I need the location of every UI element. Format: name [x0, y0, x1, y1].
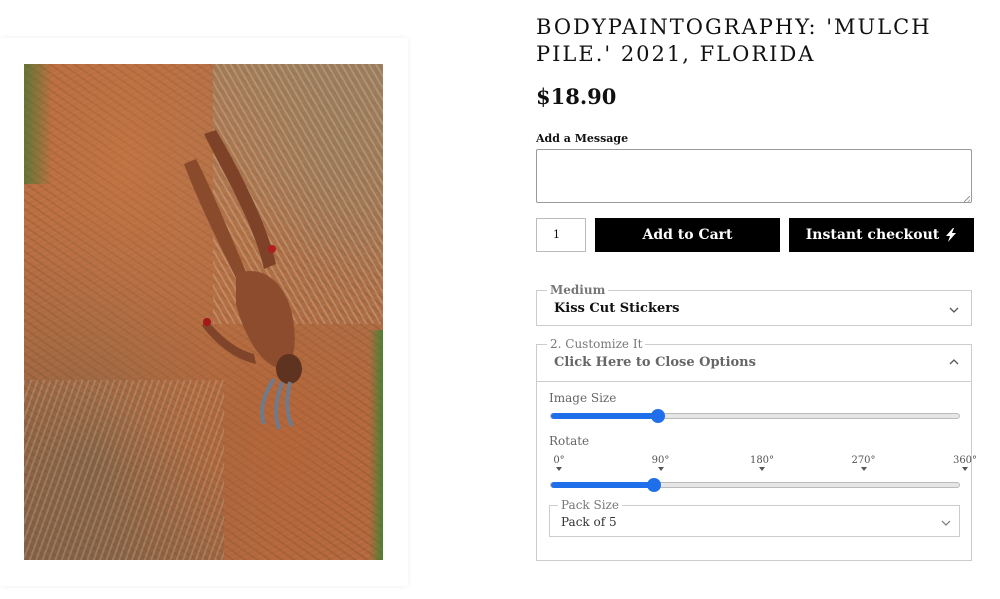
- rotate-tick-label: 360°: [945, 455, 985, 471]
- product-price: $18.90: [536, 84, 617, 109]
- message-label: Add a Message: [536, 132, 629, 145]
- quantity-input[interactable]: 1: [536, 218, 586, 252]
- message-textarea[interactable]: [536, 149, 972, 203]
- image-size-slider[interactable]: [550, 409, 960, 423]
- rotate-slider-fill: [551, 482, 654, 488]
- medium-legend: Medium: [547, 283, 609, 297]
- medium-select[interactable]: Medium Kiss Cut Stickers: [536, 283, 972, 326]
- product-photo[interactable]: [24, 64, 383, 560]
- rotate-tick-label: 270°: [844, 455, 884, 471]
- chevron-up-icon: [949, 359, 959, 365]
- pack-size-select[interactable]: Pack Size Pack of 5: [549, 498, 960, 537]
- photo-painted-figure: [184, 130, 302, 430]
- add-to-cart-button[interactable]: Add to Cart: [595, 218, 780, 252]
- customize-legend: 2. Customize It: [547, 337, 646, 351]
- pack-size-legend: Pack Size: [558, 498, 622, 512]
- instant-checkout-button[interactable]: Instant checkout: [789, 218, 974, 252]
- pack-size-selected-value: Pack of 5: [561, 515, 617, 529]
- image-size-label: Image Size: [549, 391, 617, 405]
- rotate-tick-label: 0°: [539, 455, 579, 471]
- product-image-card: [0, 38, 408, 586]
- textarea-resize-handle[interactable]: [964, 196, 970, 202]
- product-title: BODYPAINTOGRAPHY: 'MULCH PILE.' 2021, FL…: [536, 15, 932, 66]
- rotate-tick-label: 90°: [641, 455, 681, 471]
- rotate-slider[interactable]: [550, 478, 960, 492]
- add-to-cart-label: Add to Cart: [642, 227, 733, 243]
- image-size-slider-handle[interactable]: [650, 409, 665, 423]
- customize-toggle-label: Click Here to Close Options: [554, 355, 756, 370]
- instant-checkout-label: Instant checkout: [805, 227, 940, 243]
- rotate-tick-label: 180°: [742, 455, 782, 471]
- chevron-down-icon: [949, 307, 959, 313]
- image-size-slider-fill: [551, 413, 658, 419]
- lightning-bolt-icon: [946, 228, 957, 242]
- chevron-down-icon: [941, 520, 951, 526]
- customize-panel: Click Here to Close Options 2. Customize…: [536, 337, 977, 561]
- rotate-label: Rotate: [549, 434, 590, 448]
- medium-selected-value: Kiss Cut Stickers: [554, 301, 680, 316]
- rotate-slider-handle[interactable]: [646, 478, 661, 492]
